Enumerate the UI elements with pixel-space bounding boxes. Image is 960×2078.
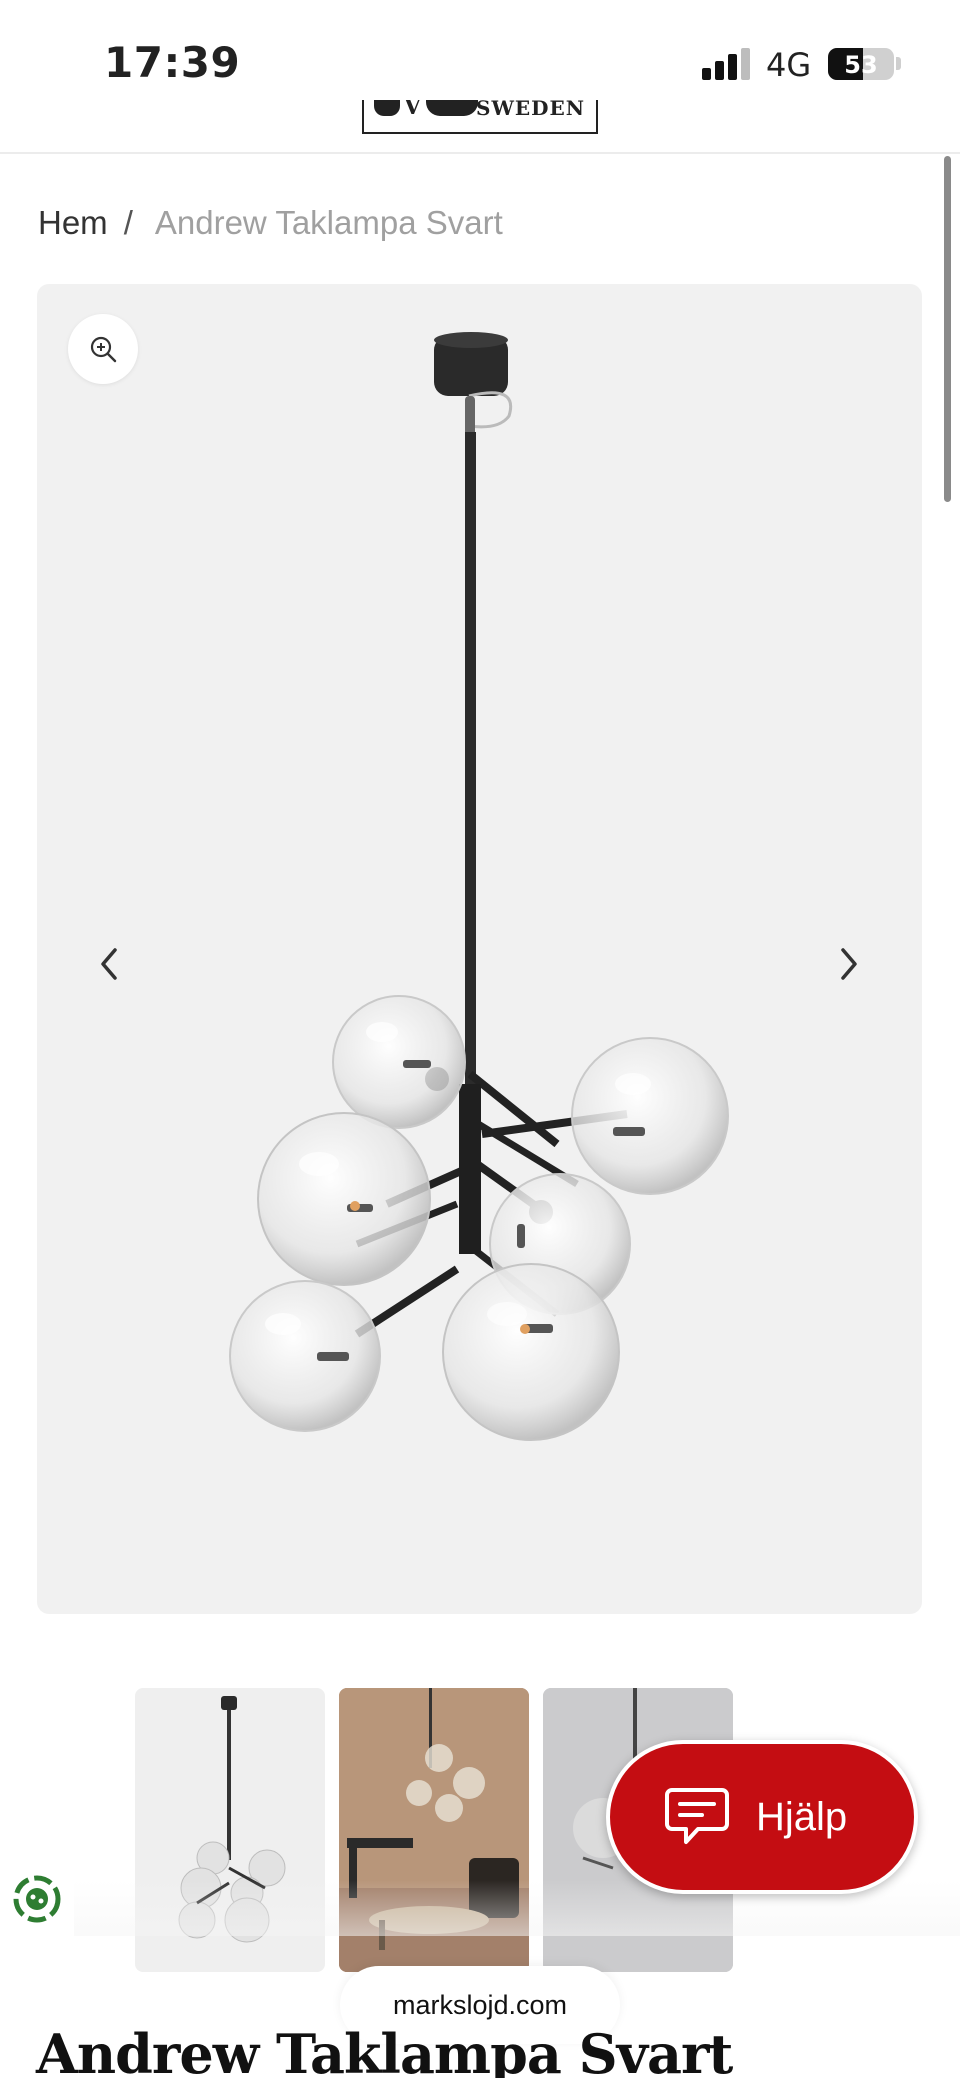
zoom-in-icon [90,336,117,363]
product-image-gallery[interactable] [37,284,922,1614]
chevron-left-icon [101,948,117,980]
battery-icon: 53 [828,48,894,80]
page-scrollbar[interactable] [944,156,951,502]
logo-text: SWEDEN [476,100,586,120]
network-label: 4G [766,46,812,84]
gallery-next-button[interactable] [819,934,879,994]
site-logo[interactable]: V SWEDEN [362,100,598,134]
signal-icon [702,48,752,80]
gallery-prev-button[interactable] [79,934,139,994]
zoom-button[interactable] [68,314,138,384]
battery-tip [896,57,901,70]
breadcrumb-current: Andrew Taklampa Svart [154,204,503,241]
breadcrumb-home-link[interactable]: Hem [38,204,108,242]
chat-icon [665,1788,729,1844]
breadcrumb: Hem / Andrew Taklampa Svart [38,204,503,242]
site-header: V SWEDEN [0,100,960,154]
chevron-right-icon [841,948,857,980]
product-image [229,332,729,1441]
battery-percent: 53 [844,51,878,79]
breadcrumb-separator: / [123,204,133,241]
status-time: 17:39 [104,38,241,87]
cookie-consent-icon[interactable] [10,1872,64,1926]
url-text: markslojd.com [392,1989,568,2020]
product-title: Andrew Taklampa Svart [36,2022,733,2078]
help-button-label: Hjälp [756,1794,848,1839]
help-chat-button[interactable]: Hjälp [606,1740,918,1894]
